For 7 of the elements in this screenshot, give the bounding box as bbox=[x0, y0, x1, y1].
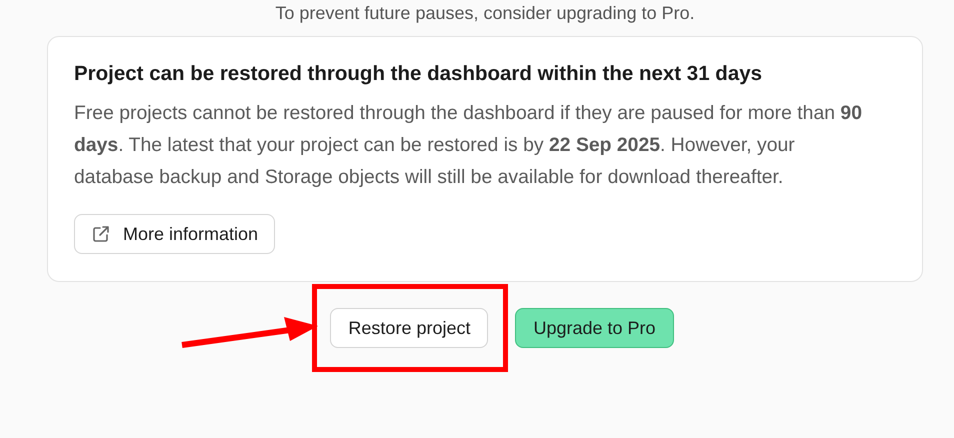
more-information-button[interactable]: More information bbox=[74, 214, 276, 254]
card-body-text: Free projects cannot be restored through the dashboard if they are paused for more than 90 days. The latest that your project can be restored is by 22 Sep 2025. However, your database backup and Storage objects will still be available for download thereafter. bbox=[74, 101, 863, 190]
external-link-icon bbox=[91, 224, 111, 244]
card-title: Project can be restored through the dashboard within the next 31 days bbox=[74, 61, 764, 87]
notice-text: To prevent future pauses, consider upgrading to Pro. bbox=[274, 2, 696, 25]
action-button[interactable]: Upgrade to Pro bbox=[515, 308, 674, 348]
action-button[interactable]: Restore project bbox=[330, 308, 488, 348]
